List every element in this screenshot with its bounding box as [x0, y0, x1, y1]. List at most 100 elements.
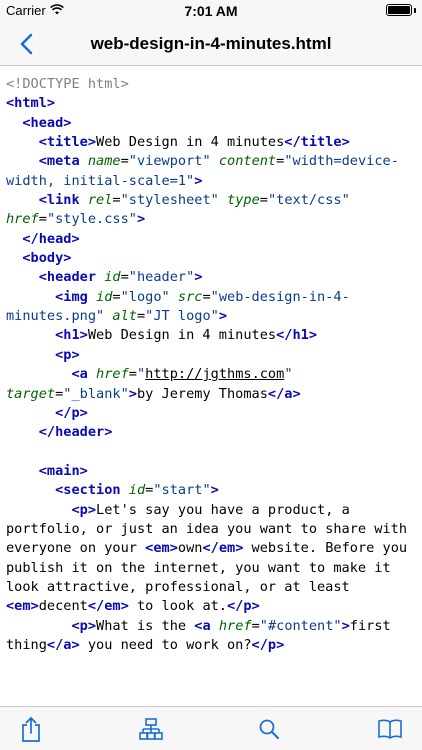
- attribute-value: ": [136, 366, 146, 383]
- tag-token: <title>: [38, 134, 97, 151]
- code-line: <img id="logo" src="web-design-in-4-minu…: [6, 288, 416, 327]
- attribute-name: type: [227, 192, 260, 209]
- attribute-name: href: [218, 617, 252, 634]
- attribute-value: "stylesheet": [120, 192, 219, 209]
- attribute-value: "header": [128, 269, 195, 286]
- search-button[interactable]: [255, 715, 283, 743]
- tag-token: >: [341, 617, 350, 634]
- attribute-value: "logo": [120, 288, 170, 305]
- code-line: <p>What is the <a href="#content">first …: [6, 617, 416, 656]
- code-text: decent: [38, 598, 88, 615]
- tag-token: <a: [71, 366, 97, 383]
- attribute-name: rel: [87, 192, 113, 209]
- code-line: </header>: [6, 423, 416, 442]
- status-time: 7:01 AM: [184, 3, 238, 19]
- code-line: <p>Let's say you have a product, a portf…: [6, 501, 416, 617]
- battery-icon: [386, 4, 412, 16]
- tag-token: </em>: [87, 598, 129, 615]
- code-text: Web Design in 4 minutes: [87, 327, 277, 344]
- tag-token: >: [194, 269, 203, 286]
- attribute-name: content: [218, 153, 277, 170]
- tag-token: >: [218, 308, 228, 325]
- code-line: <link rel="stylesheet" type="text/css" h…: [6, 191, 416, 230]
- code-text: own: [177, 540, 203, 557]
- attribute-name: id: [128, 482, 146, 499]
- tag-token: >: [136, 211, 146, 228]
- tag-token: </p>: [251, 636, 285, 653]
- doctype-token: <!DOCTYPE html>: [6, 76, 129, 92]
- code-text: =: [38, 211, 47, 228]
- link-url[interactable]: http://jgthms.com: [145, 366, 284, 382]
- code-text: =: [112, 288, 121, 305]
- tag-token: </title>: [284, 134, 350, 151]
- code-text: =: [120, 153, 129, 170]
- sitemap-icon: [139, 718, 163, 740]
- attribute-name: id: [104, 269, 121, 286]
- code-text: =: [112, 192, 121, 209]
- code-line: <body>: [6, 249, 416, 268]
- attribute-value: "#content": [259, 617, 342, 634]
- tag-token: </h1>: [276, 327, 318, 344]
- code-text: Web Design in 4 minutes: [96, 134, 285, 151]
- source-code-view[interactable]: <!DOCTYPE html> <html> <head> <title>Web …: [0, 67, 422, 707]
- attribute-value: "style.css": [46, 211, 137, 228]
- attribute-name: href: [6, 211, 39, 228]
- tag-token: </head>: [22, 230, 80, 247]
- tag-token: </p>: [227, 598, 260, 615]
- attribute-name: target: [6, 385, 56, 402]
- battery-tip: [414, 7, 416, 13]
- code-line: </p>: [6, 404, 416, 423]
- code-text: =: [251, 617, 260, 634]
- tag-token: <em>: [145, 540, 178, 557]
- tag-token: <p>: [71, 501, 97, 518]
- code-text: by Jeremy Thomas: [136, 385, 268, 402]
- share-button[interactable]: [17, 715, 45, 743]
- attribute-value: "_blank": [63, 385, 129, 402]
- attribute-name: href: [96, 366, 129, 383]
- code-text: =: [136, 308, 146, 325]
- page-title: web-design-in-4-minutes.html: [90, 34, 332, 53]
- tag-token: >: [194, 172, 203, 189]
- attribute-name: src: [177, 288, 203, 305]
- tag-token: <p>: [55, 346, 80, 363]
- attribute-value: "JT logo": [145, 308, 219, 325]
- code-line: <head>: [6, 114, 416, 133]
- code-line: <main>: [6, 462, 416, 481]
- code-line: <header id="header">: [6, 268, 416, 287]
- code-line: <html>: [6, 94, 416, 113]
- battery-indicator: [386, 4, 416, 16]
- tag-token: <head>: [22, 114, 72, 131]
- navigation-bar: web-design-in-4-minutes.html: [0, 22, 422, 66]
- code-line: <h1>Web Design in 4 minutes</h1>: [6, 326, 416, 345]
- tag-token: >: [210, 482, 219, 499]
- attribute-value: ": [284, 366, 293, 383]
- code-line: <p>: [6, 346, 416, 365]
- structure-button[interactable]: [137, 715, 165, 743]
- code-line: <a href="http://jgthms.com" target="_bla…: [6, 365, 416, 404]
- tag-token: <img: [55, 288, 97, 305]
- tag-token: <html>: [6, 95, 56, 112]
- attribute-value: "viewport": [128, 153, 211, 170]
- bookmarks-button[interactable]: [376, 715, 404, 743]
- attribute-name: alt: [112, 308, 137, 325]
- attribute-value: "text/css": [267, 192, 350, 209]
- tag-token: <em>: [6, 598, 39, 615]
- code-text: What is the: [96, 617, 195, 634]
- code-text: =: [259, 192, 268, 209]
